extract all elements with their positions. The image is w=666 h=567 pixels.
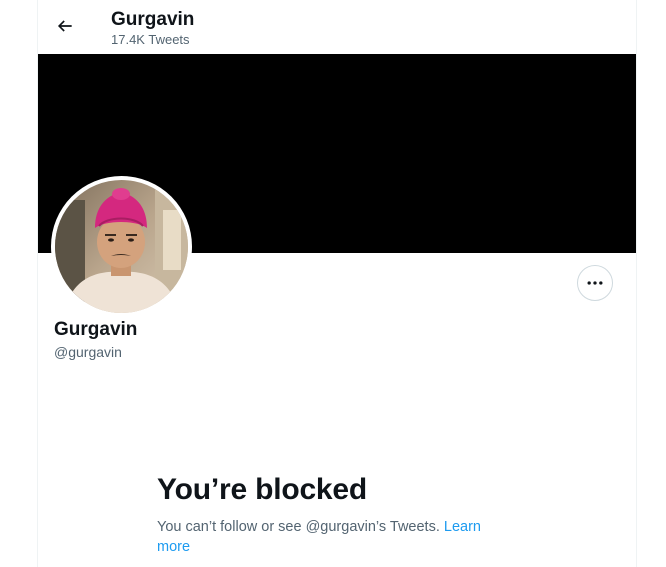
- profile-column: Gurgavin 17.4K Tweets Gurgavin @gurgavin…: [37, 0, 637, 567]
- blocked-title: You’re blocked: [157, 473, 368, 506]
- profile-header: Gurgavin 17.4K Tweets: [38, 0, 636, 53]
- back-button[interactable]: [48, 9, 82, 43]
- avatar[interactable]: [51, 176, 192, 317]
- header-tweet-count: 17.4K Tweets: [111, 32, 190, 47]
- profile-name: Gurgavin: [54, 319, 138, 340]
- blocked-message-text: You can’t follow or see @gurgavin’s Twee…: [157, 519, 440, 535]
- blocked-message: You can’t follow or see @gurgavin’s Twee…: [157, 517, 507, 557]
- header-profile-name: Gurgavin: [111, 9, 195, 30]
- profile-handle: @gurgavin: [54, 344, 122, 360]
- left-gutter: [0, 0, 37, 567]
- avatar-photo: [55, 180, 188, 313]
- right-gutter: [637, 0, 666, 567]
- more-options-button[interactable]: [577, 265, 613, 301]
- more-horizontal-icon: [587, 281, 603, 285]
- arrow-left-icon: [57, 20, 72, 32]
